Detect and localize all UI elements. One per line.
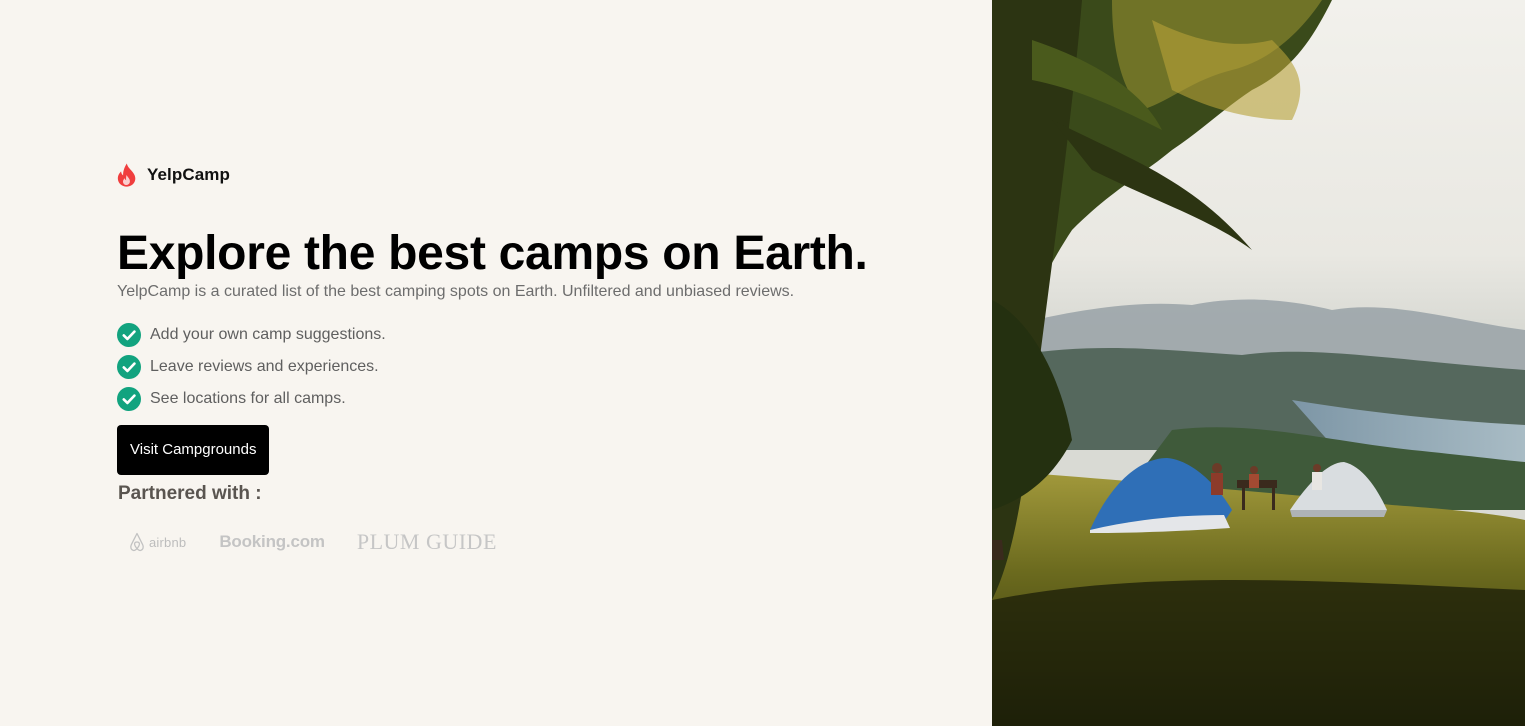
feature-text: Leave reviews and experiences. [150, 358, 379, 375]
flame-icon [117, 163, 136, 187]
brand[interactable]: YelpCamp [117, 162, 937, 188]
campsite-photo-icon [992, 0, 1525, 726]
landing-page: YelpCamp Explore the best camps on Earth… [0, 0, 1525, 726]
intro-panel: YelpCamp Explore the best camps on Earth… [0, 0, 992, 726]
partner-logos: airbnb Booking.com PLUM GUIDE [117, 528, 937, 556]
visit-campgrounds-button[interactable]: Visit Campgrounds [117, 425, 270, 475]
intro-content: YelpCamp Explore the best camps on Earth… [117, 162, 937, 556]
check-circle-icon [117, 323, 141, 347]
page-subtitle: YelpCamp is a curated list of the best c… [117, 283, 795, 300]
plum-guide-logo: PLUM GUIDE [356, 529, 497, 554]
booking-logo: Booking.com [219, 532, 325, 551]
feature-list: Add your own camp suggestions. Leave rev… [117, 323, 937, 411]
partners-heading: Partnered with : [118, 483, 262, 504]
list-item: See locations for all camps. [117, 387, 937, 411]
brand-name: YelpCamp [147, 165, 230, 184]
check-circle-icon [117, 387, 141, 411]
page-title: Explore the best camps on Earth. [117, 227, 868, 280]
check-circle-icon [117, 355, 141, 379]
airbnb-logo-text: airbnb [149, 534, 187, 550]
airbnb-logo: airbnb [128, 532, 186, 552]
list-item: Add your own camp suggestions. [117, 323, 937, 347]
airbnb-logo-icon [130, 532, 144, 552]
list-item: Leave reviews and experiences. [117, 355, 937, 379]
campsite-image [992, 0, 1525, 726]
feature-text: See locations for all camps. [150, 390, 346, 407]
feature-text: Add your own camp suggestions. [150, 326, 386, 343]
